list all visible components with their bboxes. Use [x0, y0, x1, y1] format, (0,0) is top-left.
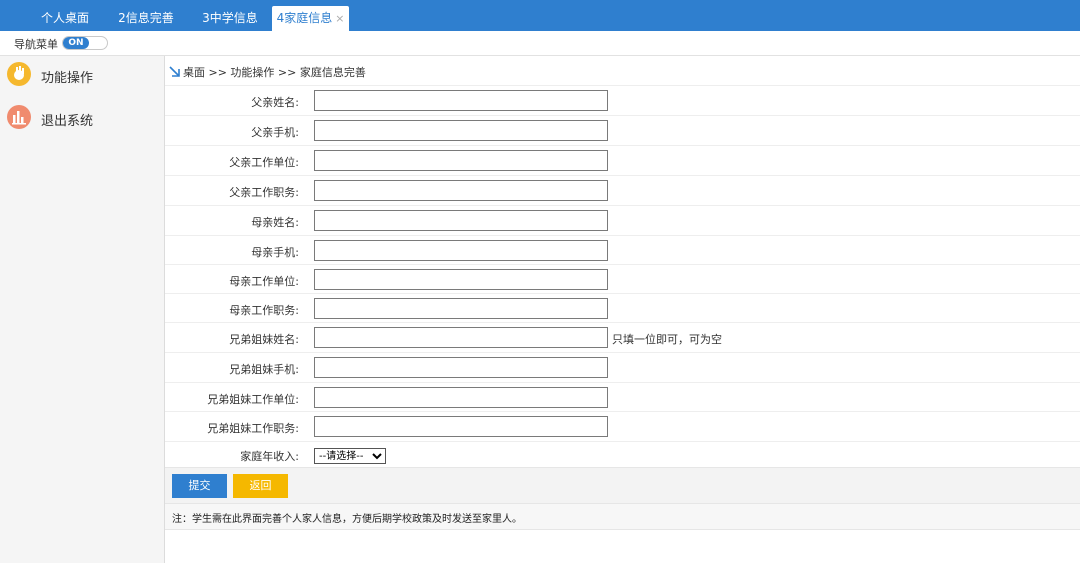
arrow-down-right-icon	[169, 66, 180, 77]
tab-info-complete[interactable]: 2信息完善	[108, 6, 184, 31]
sidebar-item-label: 退出系统	[41, 114, 94, 129]
tab-family-info[interactable]: 4家庭信息 ×	[272, 6, 349, 31]
mother-employer-field[interactable]	[314, 269, 608, 290]
sidebar-item-functions[interactable]: 功能操作	[7, 62, 157, 88]
nav-menu-label: 导航菜单	[14, 38, 58, 51]
sibling-position-field[interactable]	[314, 416, 608, 437]
field-label: 兄弟姐妹工作职务:	[207, 422, 299, 435]
field-label: 父亲工作单位:	[229, 156, 299, 169]
note-text: 注：学生需在此界面完善个人家人信息，方便后期学校政策及时发送至家里人。	[172, 514, 522, 525]
toggle-knob: ON	[63, 37, 89, 49]
form-row-mother-position: 母亲工作职务:	[165, 293, 1080, 324]
field-label: 兄弟姐妹姓名:	[229, 333, 299, 346]
form-row-father-name: 父亲姓名:	[165, 85, 1080, 116]
sibling-name-field[interactable]	[314, 327, 608, 348]
nav-menu-toggle[interactable]: ON	[62, 36, 108, 50]
field-label: 母亲工作单位:	[229, 275, 299, 288]
form-row-father-phone: 父亲手机:	[165, 115, 1080, 146]
form-row-sibling-position: 兄弟姐妹工作职务:	[165, 411, 1080, 442]
nav-menu-bar: 导航菜单 ON	[0, 31, 1080, 56]
form-row-sibling-employer: 兄弟姐妹工作单位:	[165, 382, 1080, 413]
form-row-mother-phone: 母亲手机:	[165, 235, 1080, 266]
main-content: 桌面 >> 功能操作 >> 家庭信息完善 父亲姓名: 父亲手机: 父亲工作单位:…	[165, 56, 1080, 563]
field-label: 兄弟姐妹工作单位:	[207, 393, 299, 406]
field-label: 兄弟姐妹手机:	[229, 363, 299, 376]
field-label: 父亲工作职务:	[229, 186, 299, 199]
sidebar: 功能操作 退出系统	[0, 56, 165, 563]
father-name-field[interactable]	[314, 90, 608, 111]
hand-icon	[7, 62, 31, 86]
father-phone-field[interactable]	[314, 120, 608, 141]
sibling-phone-field[interactable]	[314, 357, 608, 378]
family-income-select[interactable]: --请选择--	[314, 448, 386, 464]
mother-name-field[interactable]	[314, 210, 608, 231]
father-position-field[interactable]	[314, 180, 608, 201]
sidebar-item-logout[interactable]: 退出系统	[7, 105, 157, 131]
tab-personal-desktop[interactable]: 个人桌面	[28, 6, 102, 31]
field-label: 家庭年收入:	[240, 450, 299, 463]
field-label: 母亲手机:	[251, 246, 299, 259]
form-row-sibling-phone: 兄弟姐妹手机:	[165, 352, 1080, 383]
form-row-father-position: 父亲工作职务:	[165, 175, 1080, 206]
sibling-hint: 只填一位即可，可为空	[612, 333, 722, 346]
form-row-family-income: 家庭年收入: --请选择--	[165, 441, 1080, 468]
note-bar: 注：学生需在此界面完善个人家人信息，方便后期学校政策及时发送至家里人。	[165, 503, 1080, 530]
tab-label: 4家庭信息	[276, 11, 333, 25]
close-icon[interactable]: ×	[335, 12, 344, 25]
tab-label: 3中学信息	[202, 11, 258, 25]
tab-bar: 个人桌面 2信息完善 3中学信息 4家庭信息 ×	[0, 0, 1080, 31]
button-bar: 提交 返回	[165, 467, 1080, 504]
tab-label: 2信息完善	[118, 11, 174, 25]
sidebar-item-label: 功能操作	[41, 71, 94, 86]
tab-label: 个人桌面	[40, 11, 89, 25]
form-row-sibling-name: 兄弟姐妹姓名: 只填一位即可，可为空	[165, 322, 1080, 353]
mother-position-field[interactable]	[314, 298, 608, 319]
father-employer-field[interactable]	[314, 150, 608, 171]
form-row-father-employer: 父亲工作单位:	[165, 145, 1080, 176]
mother-phone-field[interactable]	[314, 240, 608, 261]
breadcrumb: 桌面 >> 功能操作 >> 家庭信息完善	[169, 64, 366, 79]
field-label: 父亲姓名:	[251, 96, 299, 109]
form-row-mother-employer: 母亲工作单位:	[165, 264, 1080, 295]
tab-middle-school-info[interactable]: 3中学信息	[192, 6, 268, 31]
submit-button[interactable]: 提交	[172, 474, 227, 498]
bar-chart-icon	[7, 105, 31, 129]
form-row-mother-name: 母亲姓名:	[165, 205, 1080, 236]
breadcrumb-text: 桌面 >> 功能操作 >> 家庭信息完善	[183, 66, 366, 79]
back-button[interactable]: 返回	[233, 474, 288, 498]
sibling-employer-field[interactable]	[314, 387, 608, 408]
field-label: 母亲姓名:	[251, 216, 299, 229]
field-label: 母亲工作职务:	[229, 304, 299, 317]
field-label: 父亲手机:	[251, 126, 299, 139]
